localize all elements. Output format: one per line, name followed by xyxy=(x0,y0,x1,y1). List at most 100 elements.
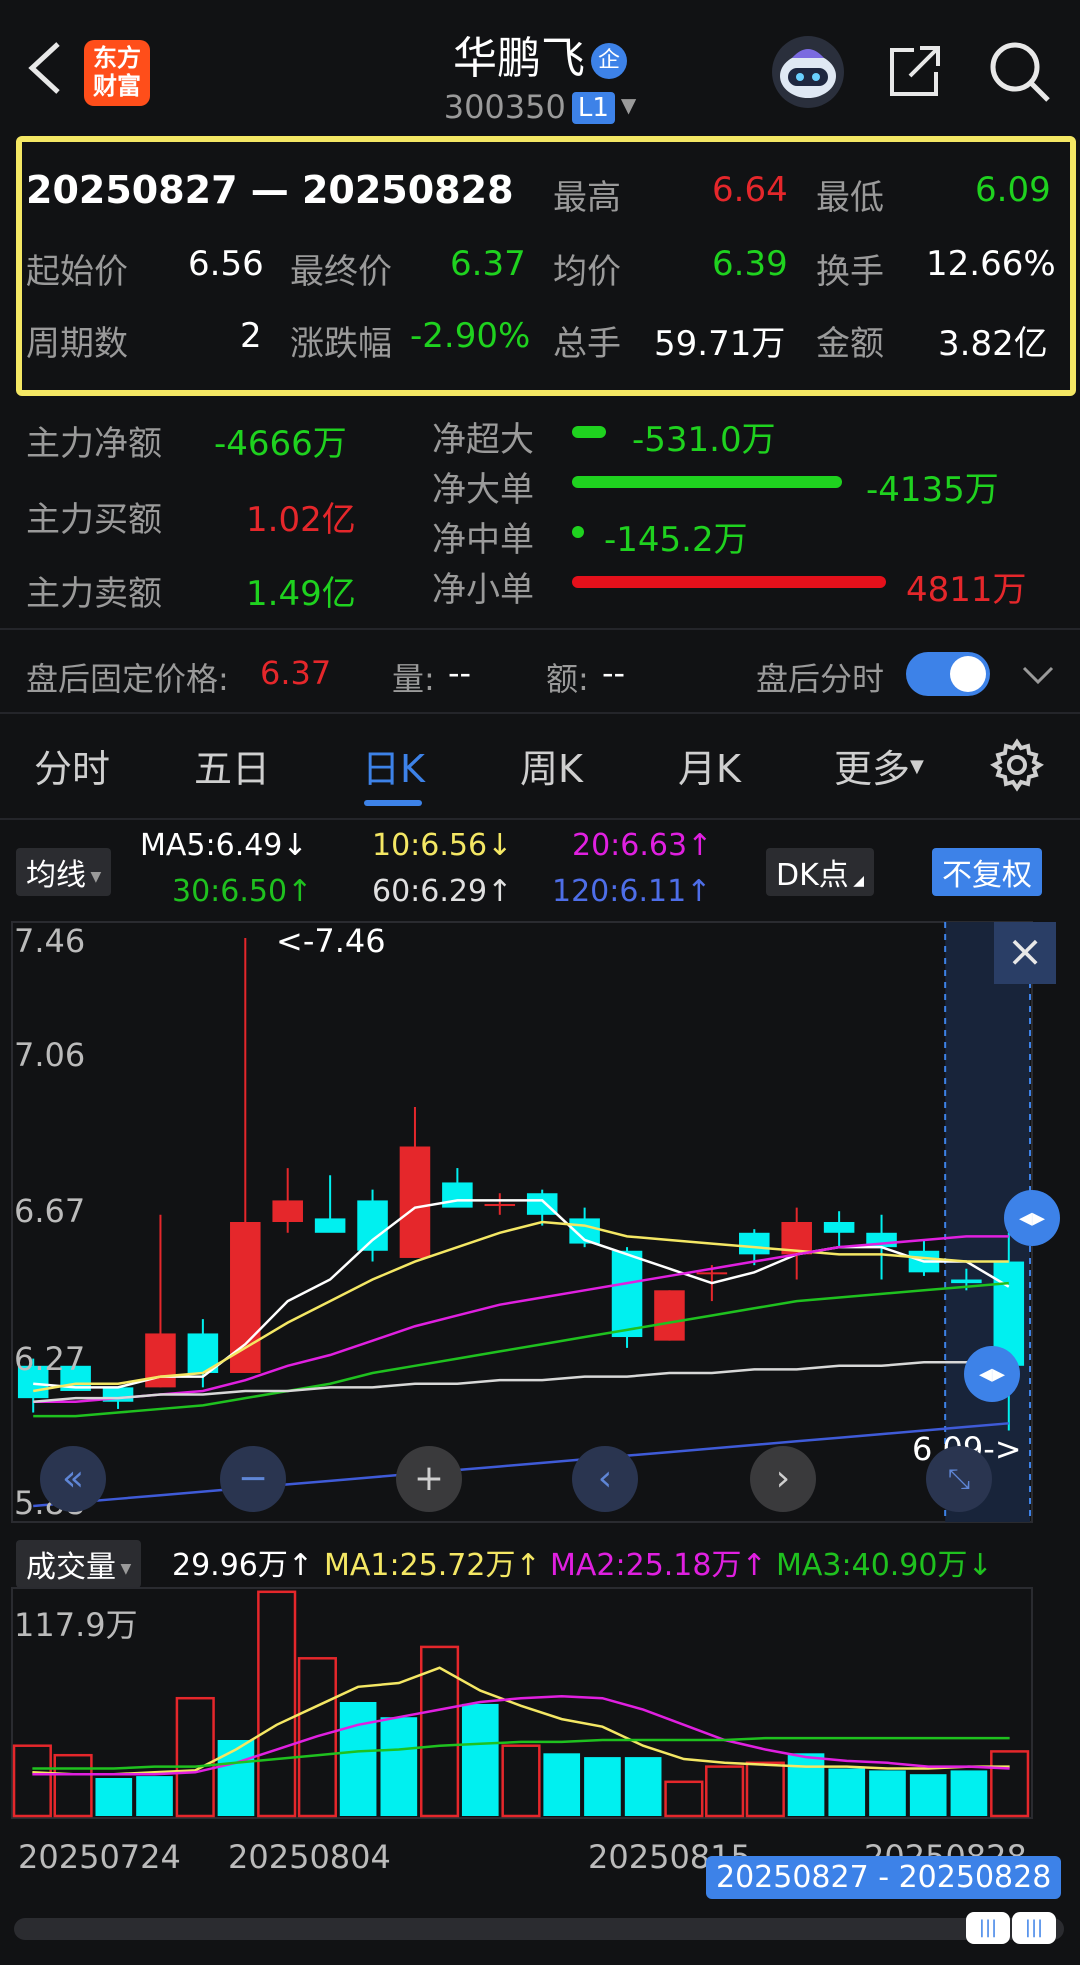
handle-arrows-icon[interactable]: ◂▸ xyxy=(964,1346,1020,1402)
volume-bar xyxy=(869,1770,906,1816)
volume-bar xyxy=(543,1753,581,1816)
range-dates: 20250827 — 20250828 xyxy=(26,168,514,212)
tab-monthly-k[interactable]: 月K xyxy=(678,738,741,793)
after-hours-toggle[interactable] xyxy=(906,652,990,696)
tab-daily-k[interactable]: 日K xyxy=(362,738,425,793)
volume-ma-line-ma1 xyxy=(32,1666,1010,1776)
selection-range-badge: 20250827 - 20250828 xyxy=(706,1856,1062,1899)
turnover-label: 换手 xyxy=(816,252,884,292)
divider xyxy=(0,818,1080,820)
candle-body xyxy=(357,1200,388,1251)
ma60-value: 60:6.29↑ xyxy=(372,874,513,909)
medium-bar xyxy=(572,526,584,538)
periods-value: 2 xyxy=(240,316,262,356)
after-hours-toggle-label: 盘后分时 xyxy=(756,660,885,698)
expand-chevron-icon[interactable] xyxy=(1020,660,1056,694)
ma-line-ma60 xyxy=(33,1357,1009,1403)
y-tick: 7.06 xyxy=(14,1036,86,1074)
after-hours-price: 6.37 xyxy=(260,654,332,692)
ma10-value: 10:6.56↓ xyxy=(372,828,513,863)
change-value: -2.90% xyxy=(410,316,531,356)
vol-ma2: MA2:25.18万↑ xyxy=(550,1548,767,1583)
after-hours-vol: -- xyxy=(448,654,472,692)
share-icon[interactable] xyxy=(884,42,944,106)
close-value: 6.37 xyxy=(450,244,526,284)
main-buy-value: 1.02亿 xyxy=(246,500,356,540)
tab-minute[interactable]: 分时 xyxy=(34,738,110,793)
super-bar xyxy=(572,426,606,438)
candle-body xyxy=(314,1218,346,1233)
close-selection-button[interactable]: × xyxy=(994,922,1056,984)
after-hours-amt: -- xyxy=(602,654,626,692)
high-label: 最高 xyxy=(553,178,621,218)
scroll-right-button[interactable]: › xyxy=(750,1446,816,1512)
max-price-annotation: <-7.46 xyxy=(276,922,386,960)
volume-bar xyxy=(624,1757,662,1816)
candle-body xyxy=(951,1279,982,1284)
volume-ma-line-ma3 xyxy=(32,1736,1010,1770)
ma120-value: 120:6.11↑ xyxy=(552,874,712,909)
volume-bar xyxy=(787,1753,825,1816)
large-label: 净大单 xyxy=(432,470,534,510)
search-icon[interactable] xyxy=(988,40,1052,108)
x-date-label: 20250724 xyxy=(18,1838,181,1876)
volume-bar xyxy=(339,1702,377,1816)
volume-bar xyxy=(664,1780,704,1818)
tab-more[interactable]: 更多▼ xyxy=(834,738,924,793)
volume-bar xyxy=(380,1717,418,1816)
scrollbar-handle-right[interactable]: ||| xyxy=(1012,1912,1056,1944)
volume-bar xyxy=(257,1590,297,1818)
amount-value: 3.82亿 xyxy=(938,324,1048,364)
dk-point-button[interactable]: DK点 ◢ xyxy=(766,848,874,896)
avg-value: 6.39 xyxy=(712,244,788,284)
scroll-left-fast-button[interactable]: « xyxy=(40,1446,106,1512)
zoom-in-button[interactable]: + xyxy=(396,1446,462,1512)
volume-indicator-selector[interactable]: 成交量 ▼ xyxy=(16,1540,142,1588)
y-tick: 7.46 xyxy=(14,922,86,960)
ma20-value: 20:6.63↑ xyxy=(572,828,713,863)
robot-assistant-icon[interactable] xyxy=(770,34,846,114)
volume-bar xyxy=(745,1761,785,1818)
close-label: 最终价 xyxy=(290,252,392,292)
dropdown-caret-icon: ▼ xyxy=(116,1561,132,1577)
volume-bar xyxy=(53,1753,93,1818)
candle-body xyxy=(484,1204,516,1207)
candle-body xyxy=(442,1182,473,1208)
volume-ma-line-ma2 xyxy=(32,1695,1010,1776)
main-sell-label: 主力卖额 xyxy=(26,574,162,614)
after-hours-price-label: 盘后固定价格: xyxy=(26,660,229,698)
dropdown-caret-icon: ▼ xyxy=(910,756,924,777)
volume-bar xyxy=(584,1757,621,1816)
scroll-left-button[interactable]: ‹ xyxy=(572,1446,638,1512)
tab-weekly-k[interactable]: 周K xyxy=(520,738,583,793)
candle-body xyxy=(696,1272,728,1275)
dropdown-caret-icon: ▼ xyxy=(620,93,637,117)
adjust-mode-button[interactable]: 不复权 xyxy=(932,848,1042,896)
main-net-value: -4666万 xyxy=(214,424,347,464)
dropdown-caret-icon: ▼ xyxy=(86,869,102,885)
low-value: 6.09 xyxy=(975,170,1051,210)
candle-body xyxy=(272,1200,303,1222)
volume-bar xyxy=(501,1744,541,1818)
volume-bar xyxy=(461,1703,499,1816)
ma-selector[interactable]: 均线 ▼ xyxy=(16,848,112,896)
candle-body xyxy=(654,1290,685,1341)
volume-top-label: 117.9万 xyxy=(14,1606,138,1644)
candle-body xyxy=(739,1232,770,1255)
volume-bar xyxy=(12,1744,52,1818)
amount-label: 金额 xyxy=(816,324,884,364)
volume-chart[interactable] xyxy=(0,1586,1080,1822)
tab-five-day[interactable]: 五日 xyxy=(194,738,270,793)
volume-bar xyxy=(909,1774,947,1816)
timeline-scrollbar[interactable] xyxy=(14,1918,1064,1940)
ma-line-ma30 xyxy=(33,1281,1009,1418)
resize-icon[interactable]: ⤡ xyxy=(926,1446,992,1512)
volume-label: 总手 xyxy=(553,324,621,364)
volume-value: 29.96万↑ xyxy=(172,1548,314,1583)
handle-arrows-icon[interactable]: ◂▸ xyxy=(1004,1190,1060,1246)
gear-icon[interactable] xyxy=(990,738,1044,796)
super-label: 净超大 xyxy=(432,420,534,460)
scrollbar-handle-left[interactable]: ||| xyxy=(966,1912,1010,1944)
medium-value: -145.2万 xyxy=(604,520,748,560)
zoom-out-button[interactable]: − xyxy=(220,1446,286,1512)
